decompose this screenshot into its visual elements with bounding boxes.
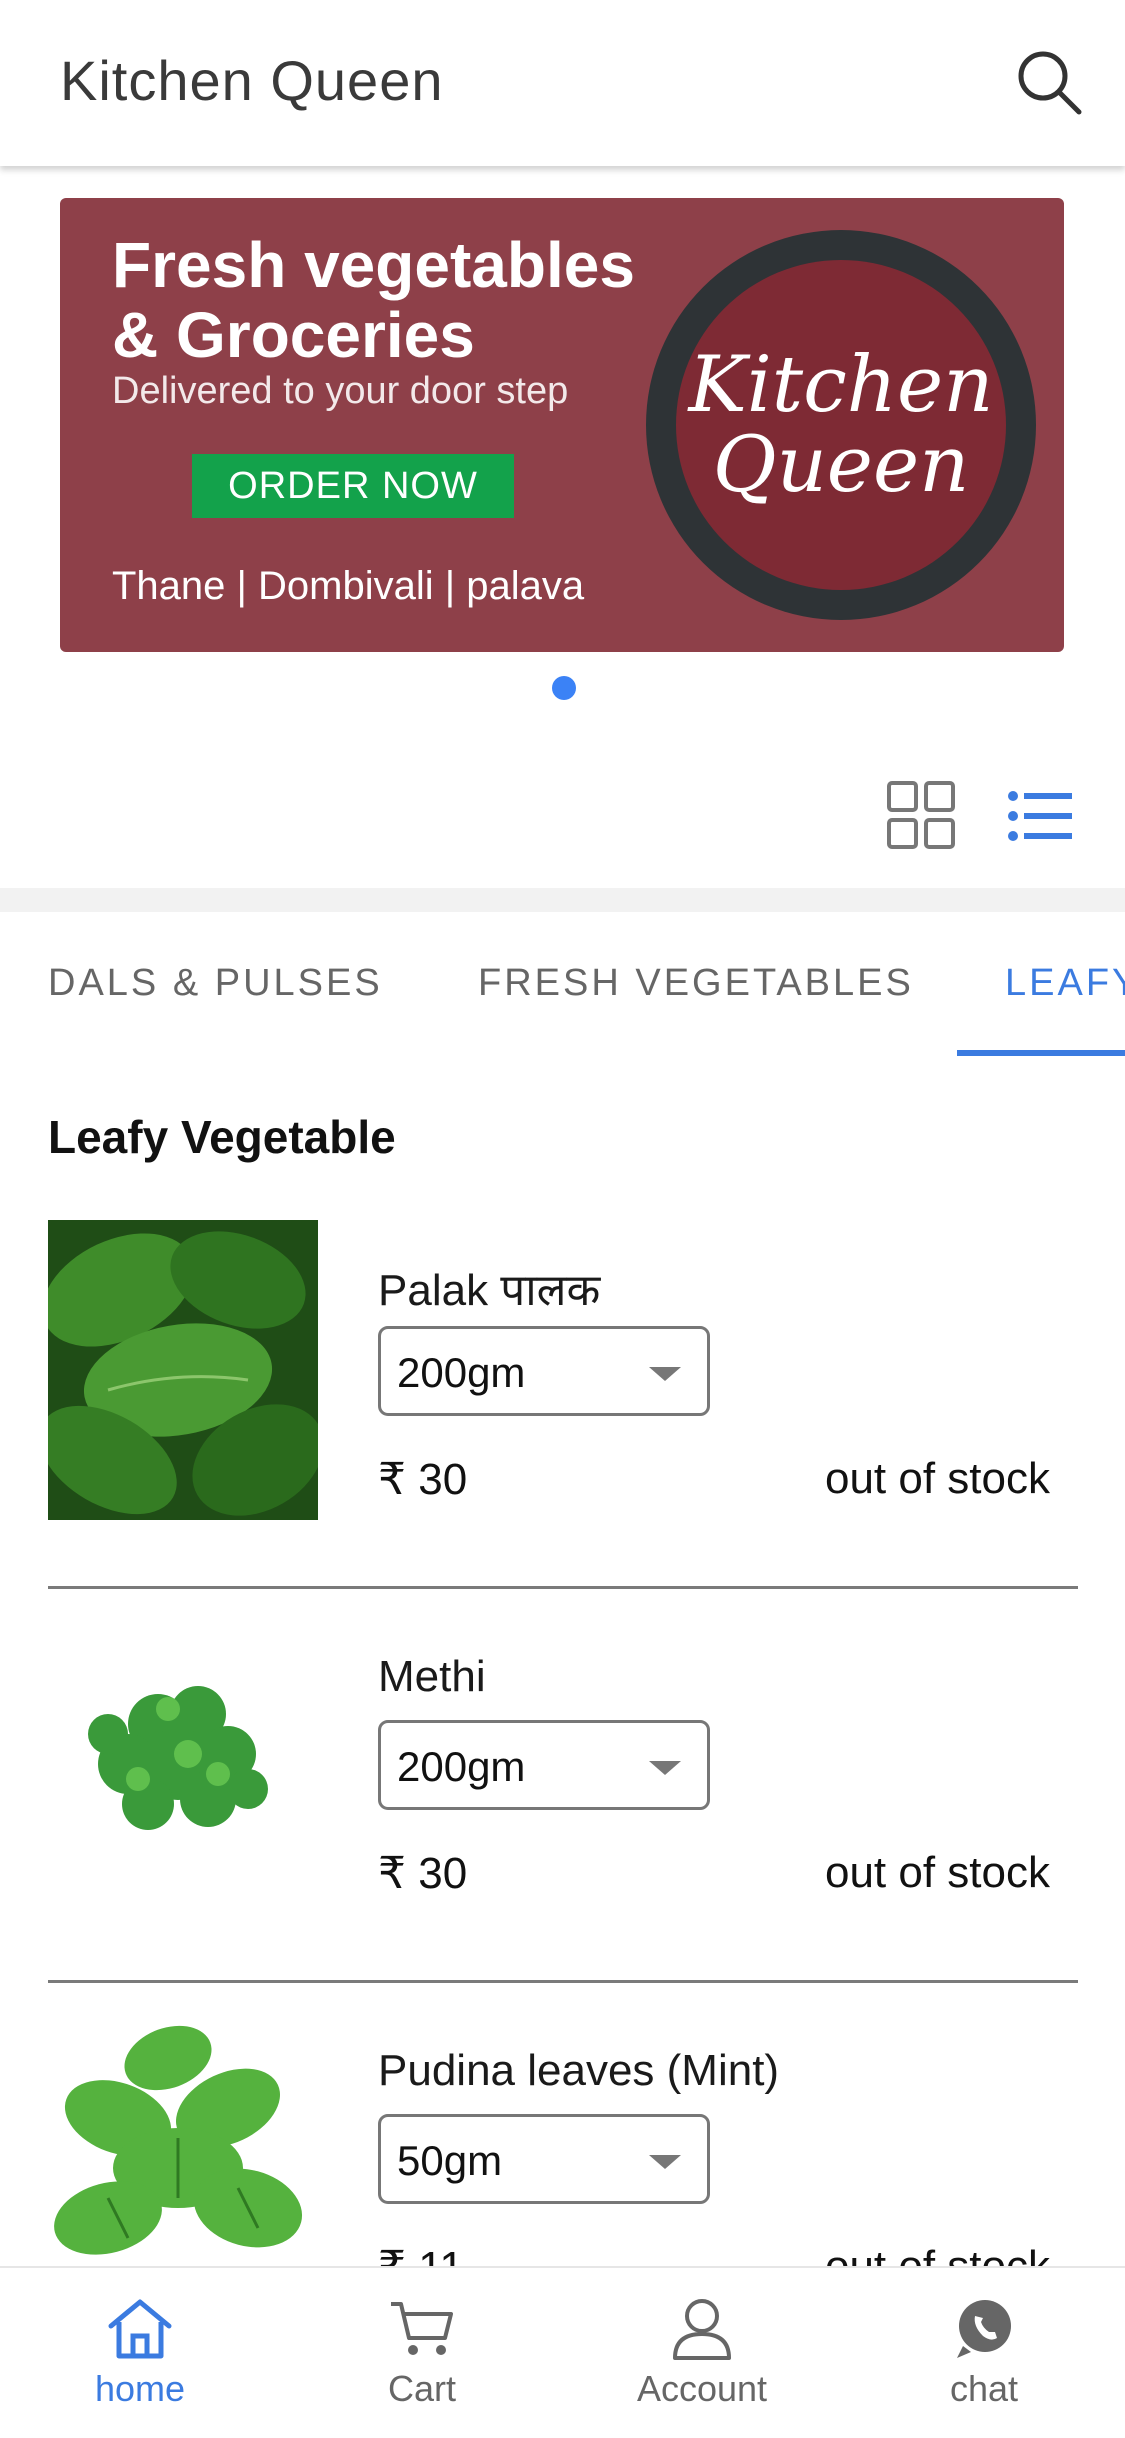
- kitchen-queen-logo: Kitchen Queen: [646, 230, 1036, 620]
- variant-select[interactable]: 200gm: [378, 1326, 710, 1416]
- tab-fresh-vegetables[interactable]: FRESH VEGETABLES: [478, 962, 914, 1005]
- banner-headline: Fresh vegetables & Groceries: [112, 229, 635, 371]
- stock-status: out of stock: [824, 1454, 1050, 1503]
- account-icon: [673, 2299, 731, 2360]
- cart-icon: [391, 2302, 453, 2355]
- nav-cart[interactable]: Cart: [312, 2296, 532, 2426]
- banner-cities: Thane | Dombivali | palava: [112, 564, 585, 608]
- dropdown-caret-icon: [649, 1761, 681, 1775]
- app-title: Kitchen Queen: [60, 49, 444, 112]
- nav-home[interactable]: home: [30, 2296, 250, 2426]
- product-name: Methi: [378, 1652, 486, 1701]
- list-view-icon[interactable]: [1008, 790, 1072, 842]
- home-icon: [108, 2299, 172, 2359]
- section-title: Leafy Vegetable: [48, 1111, 396, 1163]
- list-divider: [48, 1586, 1078, 1589]
- dropdown-caret-icon: [649, 2155, 681, 2169]
- spinach-image: [39, 1220, 324, 1520]
- list-divider: [48, 1980, 1078, 1983]
- methi-image: [48, 1614, 318, 1914]
- product-name: Palak पालक: [378, 1266, 601, 1315]
- stock-status: out of stock: [824, 1848, 1050, 1897]
- whatsapp-icon: [957, 2300, 1011, 2358]
- section-divider: [0, 888, 1125, 912]
- banner-subtitle: Delivered to your door step: [112, 370, 569, 412]
- nav-account[interactable]: Account: [592, 2296, 812, 2426]
- promo-banner[interactable]: Fresh vegetables & Groceries Delivered t…: [60, 198, 1064, 652]
- app-header: Kitchen Queen: [0, 0, 1125, 166]
- nav-chat[interactable]: chat: [874, 2296, 1094, 2426]
- carousel-indicator-dot[interactable]: [552, 676, 576, 700]
- variant-select[interactable]: 50gm: [378, 2114, 710, 2204]
- product-name: Pudina leaves (Mint): [378, 2046, 780, 2095]
- tab-dals-pulses[interactable]: DALS & PULSES: [48, 962, 383, 1005]
- product-price: ₹ 30: [378, 1455, 468, 1504]
- product-item[interactable]: Palak पालक 200gm ₹ 30 out of stock: [39, 1220, 1078, 1550]
- category-tabs: DALS & PULSES FRESH VEGETABLES LEAFY VEG…: [0, 912, 1125, 1058]
- grid-view-icon[interactable]: [886, 780, 956, 850]
- active-tab-indicator: [957, 1050, 1125, 1056]
- search-icon[interactable]: [1013, 46, 1085, 118]
- product-price: ₹ 30: [378, 1849, 468, 1898]
- product-item[interactable]: Methi 200gm ₹ 30 out of stock: [48, 1614, 1078, 1944]
- tab-leafy-vegetable[interactable]: LEAFY VEGETABLE: [1005, 962, 1125, 1005]
- variant-select[interactable]: 200gm: [378, 1720, 710, 1810]
- order-now-button[interactable]: ORDER NOW: [192, 454, 514, 518]
- mint-image: [48, 2008, 318, 2308]
- dropdown-caret-icon: [649, 1367, 681, 1381]
- bottom-navigation: home Cart Account chat: [0, 2266, 1125, 2438]
